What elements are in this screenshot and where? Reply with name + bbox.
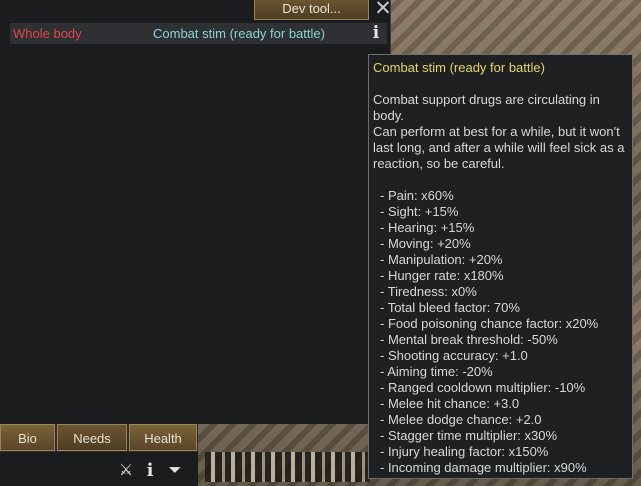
stat-line: - Incoming damage multiplier: x90%: [380, 460, 587, 475]
chevron-down-icon[interactable]: ⏷: [164, 462, 186, 480]
info-icon[interactable]: i: [142, 462, 158, 480]
tooltip-description: Combat support drugs are circulating in …: [373, 92, 625, 171]
draft-icon[interactable]: ⚔: [118, 462, 134, 480]
hediff-label: Combat stim (ready for battle): [153, 26, 325, 41]
stat-line: - Tiredness: x0%: [380, 284, 477, 299]
tab-needs[interactable]: Needs: [57, 424, 127, 451]
hediff-tooltip: Combat stim (ready for battle) Combat su…: [368, 54, 633, 479]
hediff-info-button[interactable]: i: [366, 23, 386, 44]
health-panel: Whole body Combat stim (ready for battle…: [0, 0, 391, 424]
stat-line: - Hearing: +15%: [380, 220, 475, 235]
stat-line: - Ranged cooldown multiplier: -10%: [380, 380, 586, 395]
stat-line: - Manipulation: +20%: [380, 252, 503, 267]
close-icon[interactable]: ✕: [373, 0, 393, 19]
stat-line: - Food poisoning chance factor: x20%: [380, 316, 599, 331]
stat-line: - Melee dodge chance: +2.0: [380, 412, 542, 427]
map-structure: [205, 452, 370, 482]
hediff-row[interactable]: Whole body Combat stim (ready for battle…: [10, 23, 387, 44]
tab-health[interactable]: Health: [129, 424, 197, 451]
tooltip-title: Combat stim (ready for battle): [373, 60, 545, 75]
dev-tool-button[interactable]: Dev tool...: [254, 0, 369, 20]
stat-line: - Hunger rate: x180%: [380, 268, 504, 283]
stat-line: - Aiming time: -20%: [380, 364, 493, 379]
stat-line: - Melee hit chance: +3.0: [380, 396, 520, 411]
stat-line: - Mental break threshold: -50%: [380, 332, 558, 347]
stat-line: - Pain: x60%: [380, 188, 454, 203]
stat-line: - Total bleed factor: 70%: [380, 300, 520, 315]
body-part-label: Whole body: [13, 26, 82, 41]
pawn-tabs: Bio Needs Health: [0, 424, 198, 452]
stat-line: - Sight: +15%: [380, 204, 459, 219]
stat-line: - Moving: +20%: [380, 236, 471, 251]
tab-bio[interactable]: Bio: [0, 424, 55, 451]
stat-line: - Stagger time multiplier: x30%: [380, 428, 558, 443]
stat-line: - Injury healing factor: x150%: [380, 444, 549, 459]
stat-line: - Shooting accuracy: +1.0: [380, 348, 528, 363]
tooltip-stats-list: - Pain: x60% - Sight: +15% - Hearing: +1…: [380, 188, 598, 476]
